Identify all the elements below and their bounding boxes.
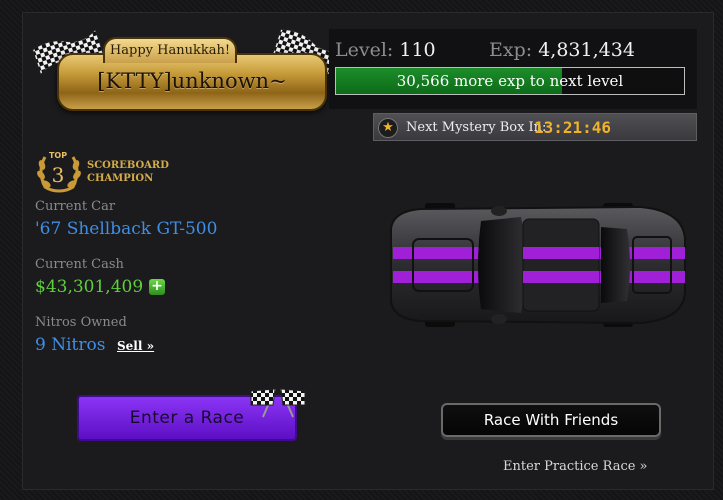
badge-top-label: TOP bbox=[48, 151, 68, 160]
level-label: Level: bbox=[335, 39, 394, 61]
current-car-link[interactable]: '67 Shellback GT-500 bbox=[35, 219, 217, 239]
sell-nitros-link[interactable]: Sell » bbox=[117, 339, 154, 353]
race-with-friends-button[interactable]: Race With Friends bbox=[441, 403, 661, 437]
exp-progress-bar: 30,566 more exp to next level bbox=[335, 67, 685, 95]
current-cash-label: Current Cash bbox=[35, 257, 124, 272]
username: [KTTY]unknown~ bbox=[97, 69, 287, 93]
exp-progress-text: 30,566 more exp to next level bbox=[396, 72, 624, 90]
scoreboard-badge: TOP 3 SCOREBOARD CHAMPION bbox=[35, 149, 195, 195]
mystery-box-countdown: 13:21:46 bbox=[534, 118, 612, 137]
mystery-box-label: Next Mystery Box In: bbox=[406, 120, 547, 135]
exp-value: 4,831,434 bbox=[538, 39, 635, 61]
badge-rank: 3 bbox=[51, 163, 65, 187]
level-display: Level: 110 bbox=[335, 39, 436, 61]
level-box: Level: 110 Exp: 4,831,434 30,566 more ex… bbox=[329, 29, 697, 109]
badge-line-1: SCOREBOARD bbox=[87, 160, 169, 171]
exp-display: Exp: 4,831,434 bbox=[489, 39, 635, 61]
checkered-flags-icon bbox=[249, 385, 307, 419]
star-icon: ★ bbox=[378, 118, 398, 138]
badge-title: SCOREBOARD CHAMPION bbox=[87, 159, 169, 185]
dashboard-panel: [KTTY]unknown~ Happy Hanukkah! Level: 11… bbox=[22, 12, 714, 490]
current-car-label: Current Car bbox=[35, 199, 116, 214]
player-banner: [KTTY]unknown~ Happy Hanukkah! bbox=[29, 23, 347, 115]
mystery-box-timer: ★ Next Mystery Box In: 13:21:46 bbox=[373, 113, 697, 141]
exp-label: Exp: bbox=[489, 39, 533, 61]
plus-icon[interactable]: + bbox=[149, 279, 165, 295]
practice-race-link[interactable]: Enter Practice Race » bbox=[503, 459, 648, 474]
badge-line-2: CHAMPION bbox=[87, 173, 154, 184]
car-image bbox=[381, 199, 691, 331]
current-cash-value: $43,301,409 bbox=[35, 277, 144, 297]
level-value: 110 bbox=[399, 39, 436, 61]
nitros-owned-value: 9 Nitros bbox=[35, 335, 106, 355]
holiday-greeting: Happy Hanukkah! bbox=[103, 37, 237, 63]
nitros-owned-label: Nitros Owned bbox=[35, 315, 127, 330]
